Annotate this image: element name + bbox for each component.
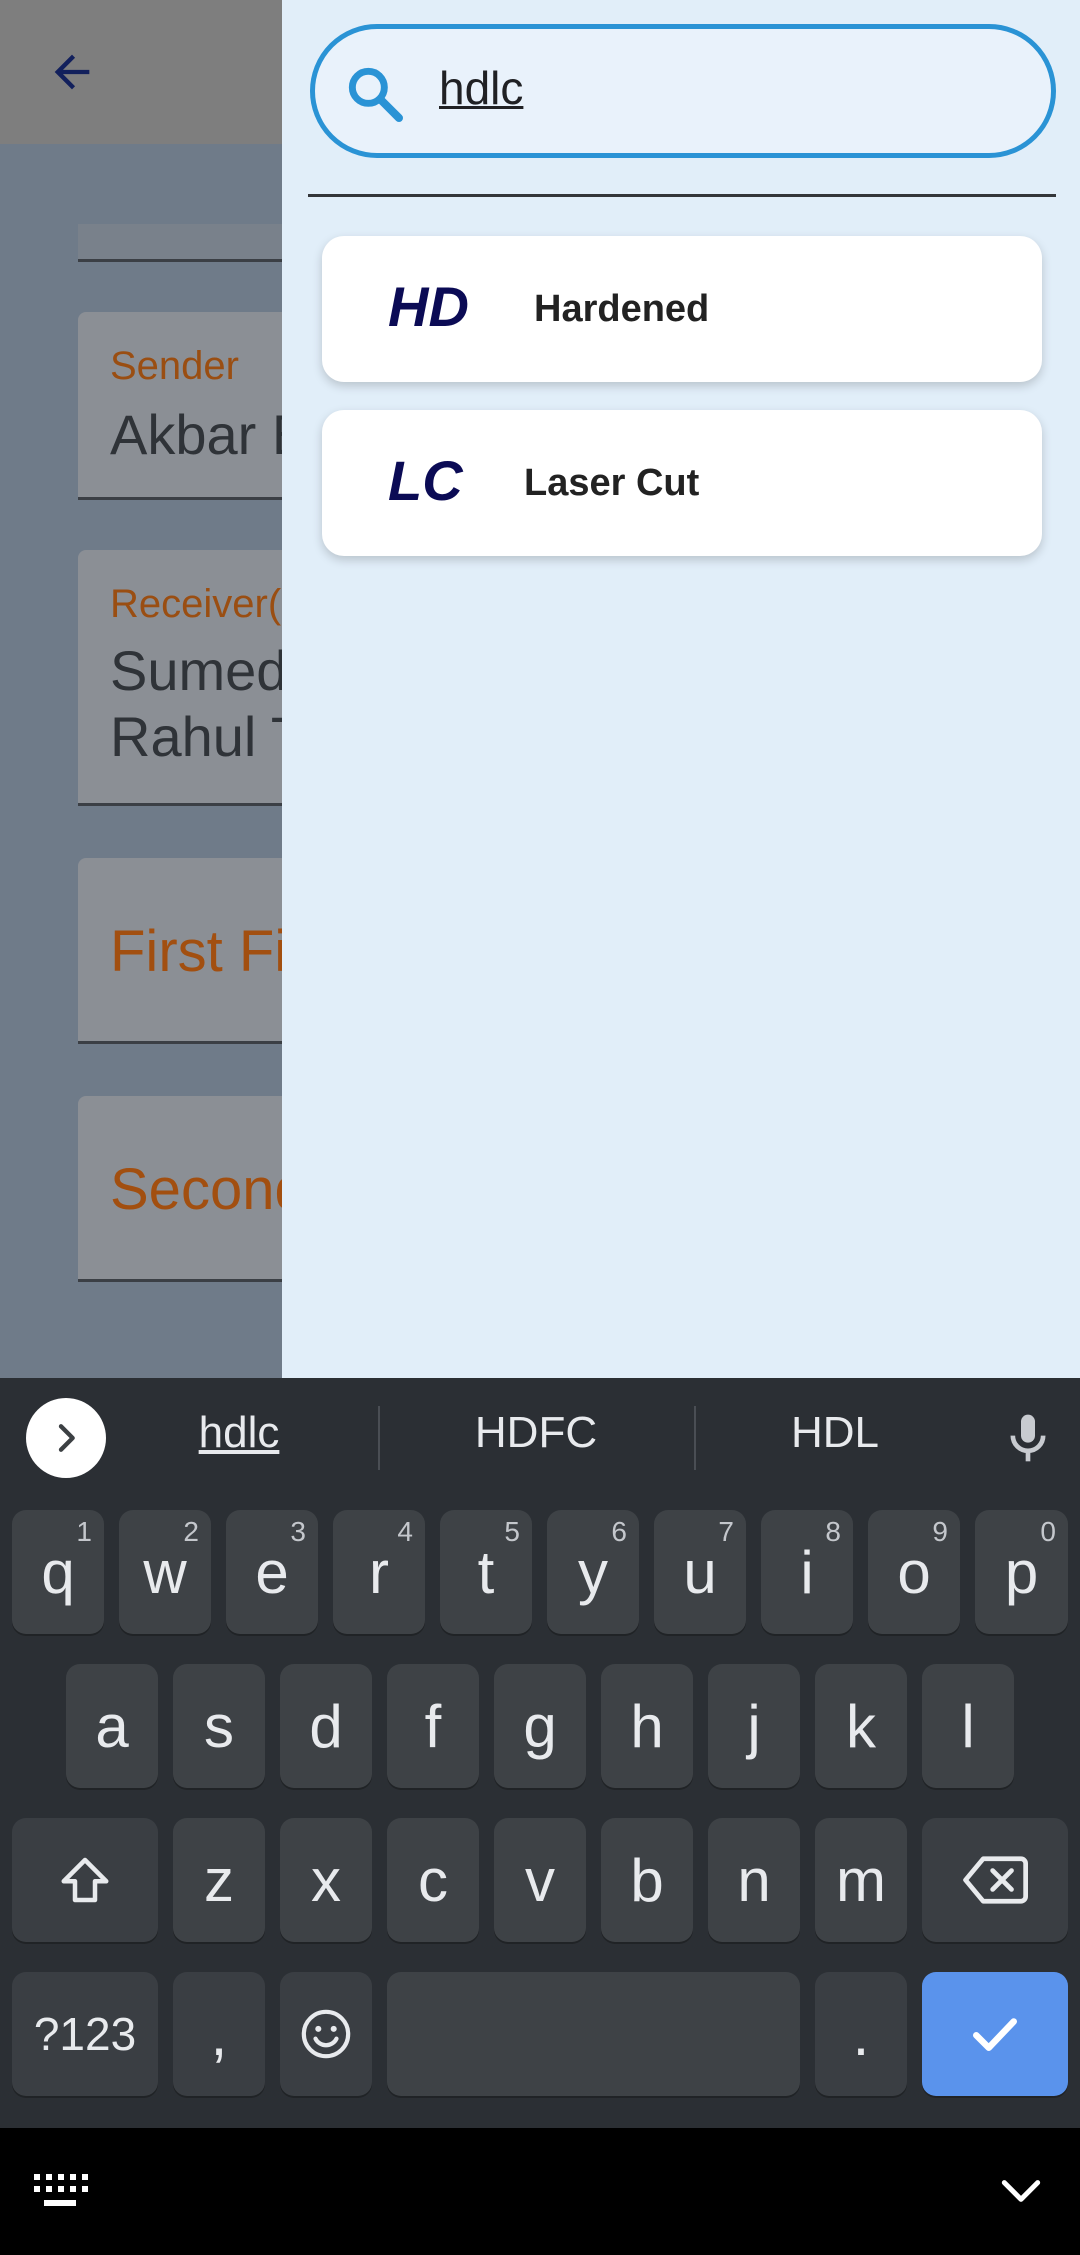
key[interactable]: e3 xyxy=(226,1510,318,1634)
search-query: hdlc xyxy=(439,62,524,114)
search-input[interactable]: hdlc xyxy=(310,24,1056,158)
done-key[interactable] xyxy=(922,1972,1068,2096)
result-name: Laser Cut xyxy=(524,462,700,504)
key[interactable]: r4 xyxy=(333,1510,425,1634)
result-laser-cut[interactable]: LC Laser Cut xyxy=(322,410,1042,556)
result-code: LC xyxy=(388,449,463,512)
key[interactable]: s xyxy=(173,1664,265,1788)
key[interactable]: t5 xyxy=(440,1510,532,1634)
shift-key[interactable] xyxy=(12,1818,158,1942)
backspace-key[interactable] xyxy=(922,1818,1068,1942)
receiver-label: Receiver( xyxy=(110,582,282,626)
key[interactable]: x xyxy=(280,1818,372,1942)
backspace-icon xyxy=(963,1856,1028,1904)
emoji-key[interactable] xyxy=(280,1972,372,2096)
microphone-icon[interactable] xyxy=(1000,1408,1056,1468)
comma-key[interactable]: , xyxy=(173,1972,265,2096)
symbols-key[interactable]: ?123 xyxy=(12,1972,158,2096)
chevron-right-icon xyxy=(58,1424,75,1452)
key[interactable]: k xyxy=(815,1664,907,1788)
key[interactable]: u7 xyxy=(654,1510,746,1634)
checkmark-icon xyxy=(973,2018,1017,2051)
result-code: HD xyxy=(388,275,469,338)
key[interactable]: b xyxy=(601,1818,693,1942)
emoji-icon xyxy=(301,2009,351,2059)
expand-toolbar-button[interactable] xyxy=(26,1398,106,1478)
result-hardened[interactable]: HD Hardened xyxy=(322,236,1042,382)
key[interactable]: w2 xyxy=(119,1510,211,1634)
key[interactable]: a xyxy=(66,1664,158,1788)
key[interactable]: o9 xyxy=(868,1510,960,1634)
key[interactable]: d xyxy=(280,1664,372,1788)
search-icon xyxy=(348,67,403,122)
shift-icon xyxy=(61,1857,109,1903)
suggestion-separator xyxy=(378,1406,380,1470)
key[interactable]: n xyxy=(708,1818,800,1942)
key[interactable]: l xyxy=(922,1664,1014,1788)
suggestion-2[interactable]: HDFC xyxy=(450,1408,622,1458)
suggestion-bar: hdlc HDFC HDL xyxy=(0,1378,1080,1498)
keyboard-switch-icon[interactable] xyxy=(32,2172,88,2210)
divider xyxy=(308,194,1056,197)
key[interactable]: f xyxy=(387,1664,479,1788)
sender-value: Akbar B xyxy=(110,403,310,466)
keyboard: hdlc HDFC HDL q1 w2 e3 r4 t5 y6 u7 i8 o9… xyxy=(0,1378,1080,2128)
space-key[interactable] xyxy=(387,1972,800,2096)
first-field-placeholder: First Fi xyxy=(110,919,288,984)
second-field-placeholder: Second xyxy=(110,1157,307,1222)
receiver-value: Sumed Rahul T xyxy=(110,639,305,768)
key[interactable]: z xyxy=(173,1818,265,1942)
back-button[interactable] xyxy=(36,36,108,108)
sender-label: Sender xyxy=(110,344,239,388)
key[interactable]: v xyxy=(494,1818,586,1942)
key[interactable]: c xyxy=(387,1818,479,1942)
result-name: Hardened xyxy=(534,288,710,330)
key[interactable]: q1 xyxy=(12,1510,104,1634)
key[interactable]: j xyxy=(708,1664,800,1788)
key[interactable]: p0 xyxy=(975,1510,1068,1634)
suggestion-separator xyxy=(694,1406,696,1470)
suggestion-1[interactable]: hdlc xyxy=(160,1408,318,1458)
key[interactable]: i8 xyxy=(761,1510,853,1634)
key[interactable]: g xyxy=(494,1664,586,1788)
period-key[interactable]: . xyxy=(815,1972,907,2096)
suggestion-3[interactable]: HDL xyxy=(770,1408,900,1458)
arrow-back-icon xyxy=(54,54,90,90)
key[interactable]: h xyxy=(601,1664,693,1788)
key[interactable]: y6 xyxy=(547,1510,639,1634)
hide-keyboard-icon[interactable] xyxy=(994,2166,1048,2216)
search-panel: hdlc HD Hardened LC Laser Cut xyxy=(282,0,1080,1378)
key[interactable]: m xyxy=(815,1818,907,1942)
navigation-bar xyxy=(0,2128,1080,2255)
